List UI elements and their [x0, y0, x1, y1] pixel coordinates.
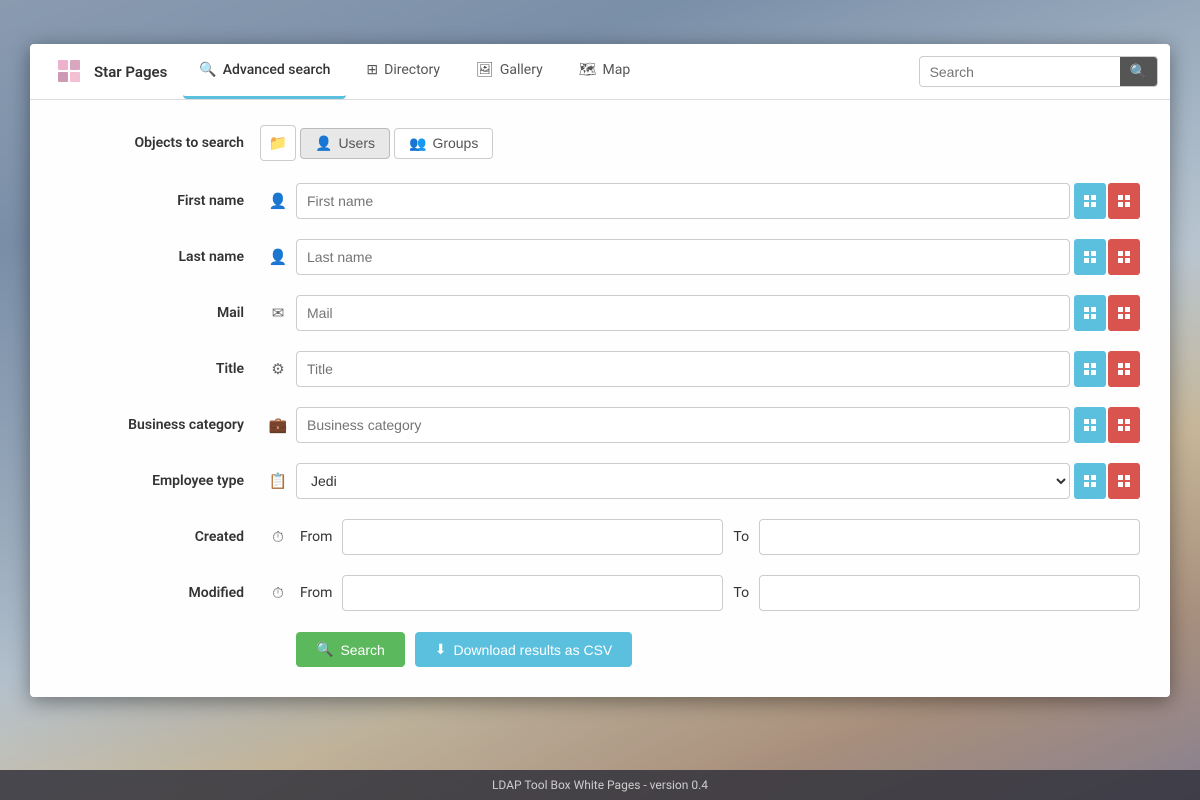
business-category-label: Business category: [60, 417, 260, 433]
navbar-search-wrap: 🔍: [919, 56, 1158, 87]
search-icon: 🔍: [199, 62, 216, 78]
objects-to-search-row: Objects to search 📁 👤 Users 👥 Groups: [60, 120, 1140, 166]
download-icon: ⬇: [435, 641, 447, 658]
created-control: From To: [296, 519, 1140, 555]
footer-text: LDAP Tool Box White Pages - version 0.4: [492, 778, 708, 792]
mail-row: Mail ✉: [60, 290, 1140, 336]
last-name-row: Last name 👤: [60, 234, 1140, 280]
last-name-icon: 👤: [260, 239, 296, 275]
download-label: Download results as CSV: [454, 642, 613, 658]
modified-label: Modified: [60, 585, 260, 601]
title-cyan-btn[interactable]: [1074, 351, 1106, 387]
created-to-label: To: [729, 529, 753, 545]
title-row: Title ⚙: [60, 346, 1140, 392]
search-input[interactable]: [920, 58, 1120, 86]
business-category-cyan-btn[interactable]: [1074, 407, 1106, 443]
last-name-label: Last name: [60, 249, 260, 265]
navbar-search: 🔍: [919, 56, 1158, 87]
title-label: Title: [60, 361, 260, 377]
employee-type-row: Employee type 📋 Jedi Sith Padawan Master: [60, 458, 1140, 504]
created-label: Created: [60, 529, 260, 545]
employee-type-control: Jedi Sith Padawan Master: [296, 463, 1140, 499]
business-category-red-btn[interactable]: [1108, 407, 1140, 443]
tab-gallery[interactable]: 🖼 Gallery: [460, 44, 559, 99]
brand: Star Pages: [42, 48, 179, 96]
main-container: Star Pages 🔍 Advanced search ⊞ Directory…: [30, 44, 1170, 697]
mail-cyan-btn[interactable]: [1074, 295, 1106, 331]
title-input[interactable]: [296, 351, 1070, 387]
brand-icon: [54, 56, 86, 88]
search-submit-icon: 🔍: [316, 641, 333, 658]
employee-type-select[interactable]: Jedi Sith Padawan Master: [296, 463, 1070, 499]
navbar: Star Pages 🔍 Advanced search ⊞ Directory…: [30, 44, 1170, 100]
employee-type-cyan-btn[interactable]: [1074, 463, 1106, 499]
modified-icon: ⏱: [260, 575, 296, 611]
title-icon: ⚙: [260, 351, 296, 387]
tab-directory[interactable]: ⊞ Directory: [350, 44, 456, 99]
download-csv-button[interactable]: ⬇ Download results as CSV: [415, 632, 632, 667]
last-name-red-btn[interactable]: [1108, 239, 1140, 275]
mail-label: Mail: [60, 305, 260, 321]
last-name-cyan-btn[interactable]: [1074, 239, 1106, 275]
search-button[interactable]: 🔍: [1120, 57, 1157, 86]
modified-row: Modified ⏱ From To: [60, 570, 1140, 616]
modified-from-input[interactable]: [342, 575, 723, 611]
title-red-btn[interactable]: [1108, 351, 1140, 387]
tab-advanced-search-label: Advanced search: [223, 62, 331, 78]
mail-input[interactable]: [296, 295, 1070, 331]
mail-icon: ✉: [260, 295, 296, 331]
grid-icon: ⊞: [366, 62, 378, 78]
employee-type-icon: 📋: [260, 463, 296, 499]
last-name-input[interactable]: [296, 239, 1070, 275]
map-icon: 🗺: [579, 62, 597, 78]
search-submit-label: Search: [340, 642, 384, 658]
brand-label: Star Pages: [94, 63, 167, 81]
created-to-input[interactable]: [759, 519, 1140, 555]
modified-from-label: From: [296, 585, 336, 601]
first-name-cyan-btn[interactable]: [1074, 183, 1106, 219]
tab-map-label: Map: [602, 62, 630, 78]
created-row: Created ⏱ From To: [60, 514, 1140, 560]
footer-bar: LDAP Tool Box White Pages - version 0.4: [0, 770, 1200, 800]
gallery-icon: 🖼: [476, 62, 494, 78]
business-category-control: [296, 407, 1140, 443]
search-submit-button[interactable]: 🔍 Search: [296, 632, 405, 667]
modified-to-input[interactable]: [759, 575, 1140, 611]
created-from-input[interactable]: [342, 519, 723, 555]
modified-control: From To: [296, 575, 1140, 611]
groups-button-label: Groups: [432, 135, 478, 151]
mail-control: [296, 295, 1140, 331]
business-category-row: Business category 💼: [60, 402, 1140, 448]
users-button[interactable]: 👤 Users: [300, 128, 390, 159]
last-name-control: [296, 239, 1140, 275]
first-name-input[interactable]: [296, 183, 1070, 219]
business-category-icon: 💼: [260, 407, 296, 443]
tab-gallery-label: Gallery: [500, 62, 543, 78]
modified-to-label: To: [729, 585, 753, 601]
employee-type-red-btn[interactable]: [1108, 463, 1140, 499]
mail-red-btn[interactable]: [1108, 295, 1140, 331]
objects-to-search-label: Objects to search: [60, 135, 260, 151]
first-name-label: First name: [60, 193, 260, 209]
users-button-label: Users: [338, 135, 375, 151]
groups-button[interactable]: 👥 Groups: [394, 128, 493, 159]
created-icon: ⏱: [260, 519, 296, 555]
users-group-icon: 👥: [409, 135, 426, 152]
first-name-control: [296, 183, 1140, 219]
first-name-row: First name 👤: [60, 178, 1140, 224]
employee-type-label: Employee type: [60, 473, 260, 489]
tab-map[interactable]: 🗺 Map: [563, 44, 646, 99]
folder-button[interactable]: 📁: [260, 125, 296, 161]
first-name-icon: 👤: [260, 183, 296, 219]
action-row: 🔍 Search ⬇ Download results as CSV: [60, 632, 1140, 667]
title-control: [296, 351, 1140, 387]
form-content: Objects to search 📁 👤 Users 👥 Groups Fir…: [30, 100, 1170, 697]
user-icon: 👤: [315, 135, 332, 152]
tab-directory-label: Directory: [384, 62, 440, 78]
created-from-label: From: [296, 529, 336, 545]
objects-controls: 📁 👤 Users 👥 Groups: [260, 125, 493, 161]
tab-advanced-search[interactable]: 🔍 Advanced search: [183, 44, 346, 99]
first-name-red-btn[interactable]: [1108, 183, 1140, 219]
business-category-input[interactable]: [296, 407, 1070, 443]
